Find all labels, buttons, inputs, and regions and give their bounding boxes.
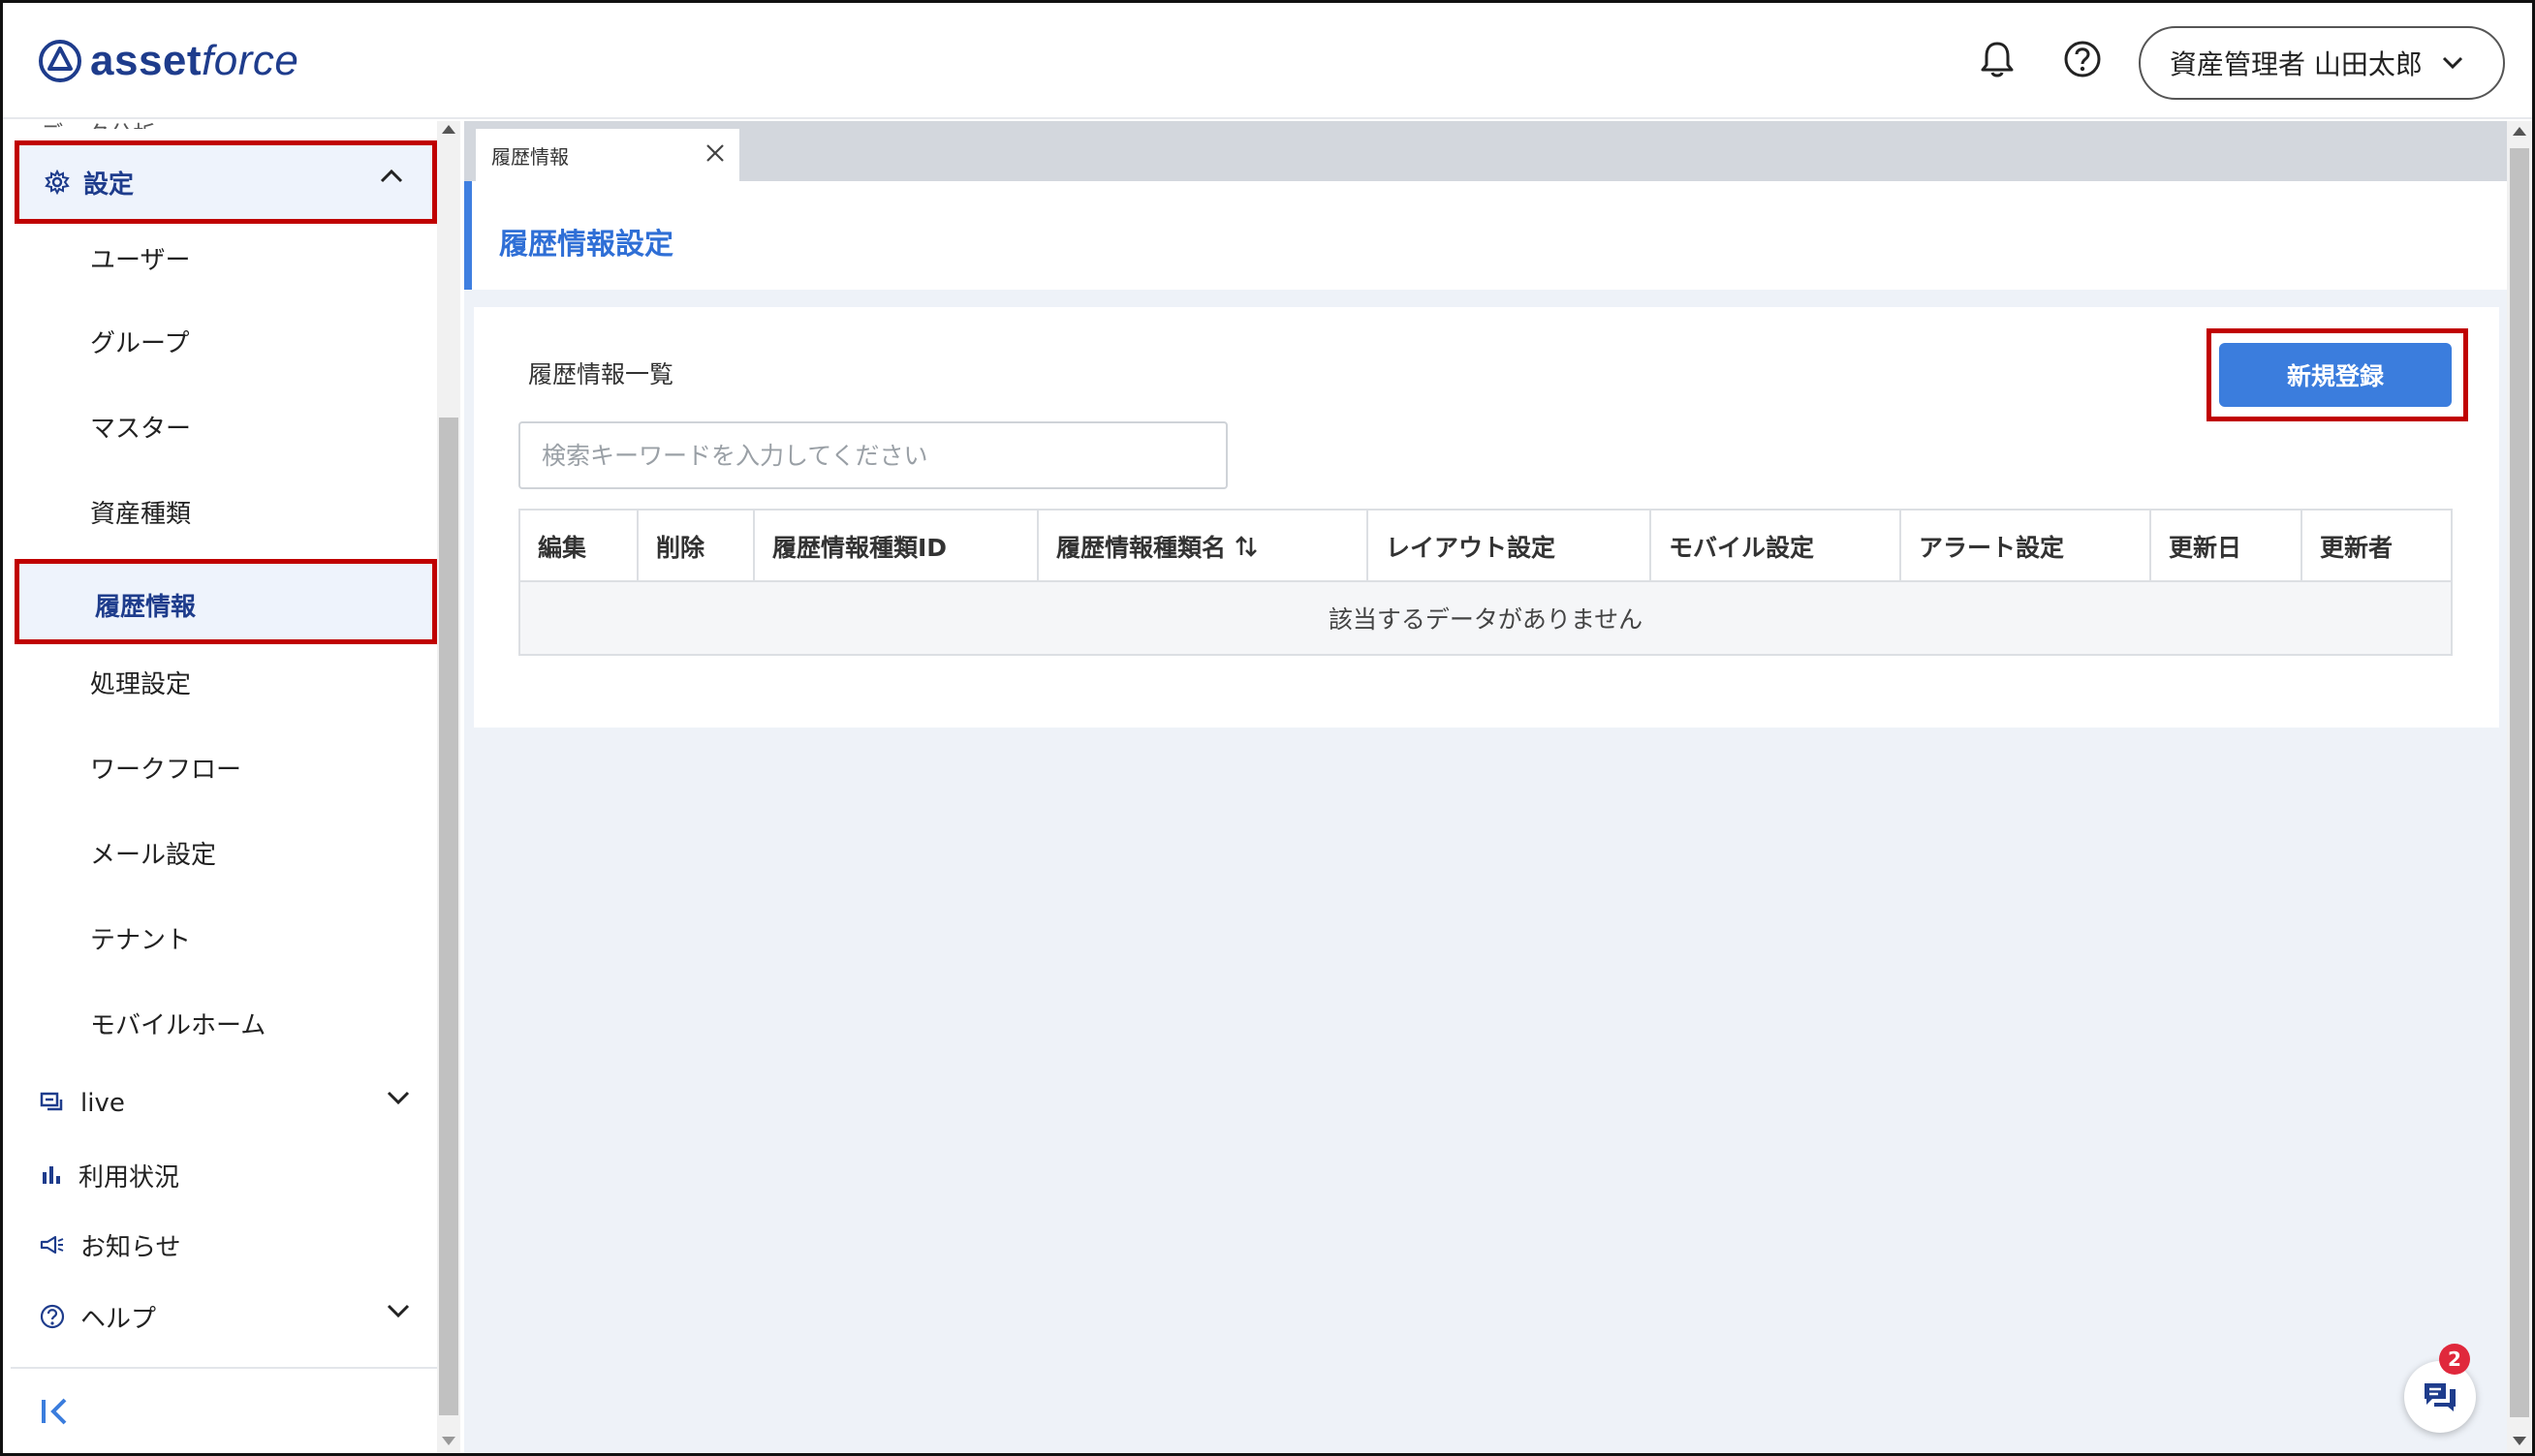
column-header-delete: 削除 [639, 511, 755, 582]
app-logo[interactable]: assetforce [38, 32, 298, 90]
main-content: 履歴情報 履歴情報設定 履歴情報一覧 新規登録 編集 削除 履歴情報種類ID [464, 121, 2507, 1453]
sidebar-scrollbar[interactable] [437, 121, 460, 1453]
collapse-sidebar-icon[interactable] [38, 1392, 77, 1431]
sidebar-item-data-analysis[interactable]: データ分析 [40, 115, 156, 129]
logo-icon [39, 40, 81, 82]
list-title: 履歴情報一覧 [528, 360, 674, 388]
chat-unread-badge: 2 [2439, 1344, 2470, 1375]
column-header-alert-settings: アラート設定 [1901, 511, 2151, 582]
column-header-updated-date: 更新日 [2151, 511, 2302, 582]
scroll-down-arrow-icon[interactable] [2513, 1437, 2526, 1445]
sidebar-item-label: お知らせ [80, 1232, 181, 1262]
chevron-down-icon [2442, 56, 2462, 70]
sidebar-item-label: 利用状況 [78, 1162, 180, 1193]
page-title-bar: 履歴情報設定 [464, 181, 2507, 290]
sidebar-item-live[interactable]: live [40, 1084, 410, 1123]
new-register-button[interactable]: 新規登録 [2219, 343, 2452, 407]
close-icon[interactable] [704, 142, 726, 164]
sidebar-settings-label: 設定 [83, 170, 135, 200]
notification-bell-icon[interactable] [1970, 32, 2024, 86]
chat-icon [2425, 1383, 2456, 1411]
sidebar-item-label: live [80, 1089, 125, 1118]
sidebar-item-usage[interactable]: 利用状況 [40, 1156, 179, 1194]
user-name: 資産管理者 山田太郎 [2170, 48, 2423, 80]
scroll-up-arrow-icon[interactable] [2513, 127, 2526, 136]
column-header-history-type-id: 履歴情報種類ID [755, 511, 1039, 582]
sidebar-item-history-info[interactable]: 履歴情報 [15, 559, 437, 644]
sidebar-item-news[interactable]: お知らせ [40, 1225, 180, 1264]
help-icon[interactable] [2055, 32, 2110, 86]
user-menu-button[interactable]: 資産管理者 山田太郎 [2139, 26, 2505, 100]
empty-table-message: 該当するデータがありません [520, 582, 2451, 654]
table-header-row: 編集 削除 履歴情報種類ID 履歴情報種類名 レイアウト設定 モバイル設定 アラ… [520, 511, 2451, 582]
column-header-label: 履歴情報種類名 [1056, 534, 1227, 562]
tab-label: 履歴情報 [491, 144, 569, 169]
sidebar-item-mail-settings[interactable]: メール設定 [90, 836, 216, 875]
tab-strip: 履歴情報 [464, 121, 2507, 181]
column-header-updated-by: 更新者 [2320, 534, 2394, 562]
scroll-up-arrow-icon[interactable] [442, 125, 455, 134]
chat-bubbles-icon [40, 1092, 63, 1111]
sidebar-item-asset-types[interactable]: 資産種類 [90, 495, 191, 534]
chevron-up-icon[interactable] [380, 169, 403, 184]
new-button-highlight: 新規登録 [2206, 328, 2468, 421]
sidebar-item-settings[interactable]: 設定 [15, 140, 437, 224]
sidebar-divider [11, 1367, 437, 1369]
sidebar-item-label: ヘルプ [80, 1304, 157, 1334]
history-table: 編集 削除 履歴情報種類ID 履歴情報種類名 レイアウト設定 モバイル設定 アラ… [518, 509, 2453, 656]
sidebar-item-process-settings[interactable]: 処理設定 [90, 666, 191, 704]
app-window: assetforce 資産管理者 山田太郎 データ分析 [0, 0, 2535, 1456]
sidebar-item-master[interactable]: マスター [90, 410, 191, 449]
page-title: 履歴情報設定 [499, 228, 673, 262]
column-header-layout-settings: レイアウト設定 [1368, 511, 1651, 582]
sidebar-item-mobile-home[interactable]: モバイルホーム [90, 1007, 266, 1045]
bar-chart-icon [43, 1166, 60, 1184]
sort-icon[interactable] [1234, 534, 1259, 559]
sidebar-item-tenant[interactable]: テナント [90, 921, 191, 960]
sidebar-item-label: 履歴情報 [95, 593, 197, 622]
chat-button[interactable] [2404, 1361, 2476, 1433]
sidebar-item-help[interactable]: ヘルプ [40, 1297, 410, 1336]
main-scrollbar[interactable] [2507, 121, 2532, 1453]
sidebar: データ分析 設定 ユーザー グループ マスター 資産種類 履歴情報 処理設定 ワ… [11, 121, 458, 1453]
column-header-edit: 編集 [520, 511, 639, 582]
gear-icon [45, 170, 70, 195]
scrollbar-thumb[interactable] [439, 418, 458, 1415]
help-circle-icon [40, 1304, 65, 1329]
top-header: assetforce 資産管理者 山田太郎 [3, 3, 2532, 119]
chevron-down-icon [387, 1304, 410, 1318]
column-header-mobile-settings: モバイル設定 [1651, 511, 1901, 582]
history-list-card: 履歴情報一覧 新規登録 編集 削除 履歴情報種類ID 履歴情報種類名 [474, 307, 2499, 728]
column-header-history-type-name[interactable]: 履歴情報種類名 [1039, 511, 1368, 582]
megaphone-icon [40, 1235, 64, 1255]
sidebar-item-users[interactable]: ユーザー [90, 241, 190, 280]
scroll-down-arrow-icon[interactable] [442, 1437, 455, 1445]
logo-text: assetforce [90, 37, 299, 84]
tab-history-info[interactable]: 履歴情報 [476, 129, 739, 181]
sidebar-item-groups[interactable]: グループ [90, 325, 189, 363]
chevron-down-icon [387, 1091, 410, 1105]
search-input[interactable] [518, 421, 1228, 489]
sidebar-item-workflow[interactable]: ワークフロー [90, 751, 241, 790]
scrollbar-thumb[interactable] [2510, 148, 2529, 1417]
